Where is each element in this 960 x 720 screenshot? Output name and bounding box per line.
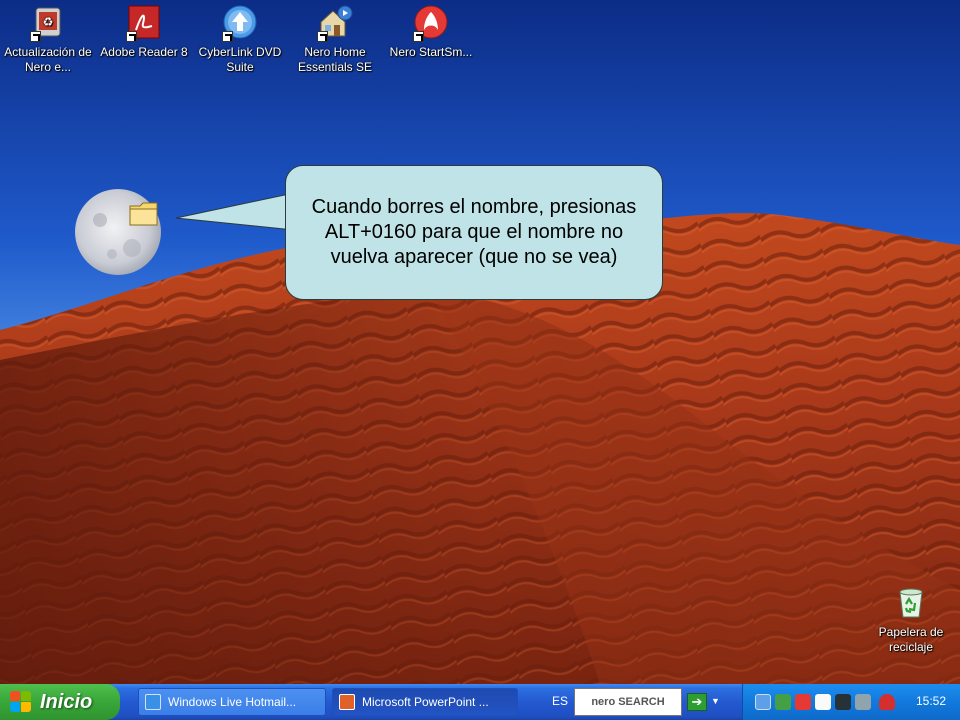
start-button[interactable]: Inicio [0,684,120,720]
bubble-tail [175,192,295,231]
nero-update-icon: ♻ [30,4,66,42]
language-indicator[interactable]: ES [552,694,568,708]
nero-home-icon [317,4,353,42]
taskbar-item-hotmail[interactable]: Windows Live Hotmail... [138,688,326,716]
desert-wallpaper [0,0,960,684]
adobe-reader-icon [126,4,162,42]
start-label: Inicio [40,690,93,713]
desktop-icon-recycle-bin[interactable]: Papelera de reciclaje [863,584,959,655]
network-icon[interactable] [755,694,771,710]
task-label: Windows Live Hotmail... [168,695,297,709]
taskbar: Inicio Windows Live Hotmail... Microsoft… [0,684,960,720]
xgl-3d-icon[interactable] [835,694,851,710]
desktop-icon-nero-update[interactable]: ♻ Actualización de Nero e... [0,4,96,75]
volume-icon[interactable] [855,694,871,710]
task-label: Microsoft PowerPoint ... [362,695,489,709]
speech-bubble: Cuando borres el nombre, presionas ALT+0… [285,165,663,300]
desktop-icon-cyberlink-dvd[interactable]: CyberLink DVD Suite [192,4,288,75]
taskbar-item-powerpoint[interactable]: Microsoft PowerPoint ... [332,688,518,716]
chevron-down-icon[interactable]: ▼ [711,696,720,706]
nero-search-label: nero SEARCH [591,696,665,708]
desktop-icon-nero-home[interactable]: Nero Home Essentials SE [287,4,383,75]
bubble-text: Cuando borres el nombre, presionas ALT+0… [311,196,637,268]
cyberlink-dvd-icon [222,4,258,42]
desktop-icon-adobe-reader[interactable]: Adobe Reader 8 [96,4,192,60]
folder-icon [128,200,160,228]
search-go-button[interactable]: ➔ [687,693,707,711]
desktop-icon-label: Nero StartSm... [389,45,473,59]
desktop-icon-label: Adobe Reader 8 [100,45,188,59]
nero-search-box[interactable]: nero SEARCH [574,688,682,716]
desktop-icon-label: Actualización de Nero e... [4,45,92,74]
windows-logo-icon [10,691,32,713]
powerpoint-icon [339,694,355,710]
desktop: ♻ Actualización de Nero e... Adobe Reade… [0,0,960,684]
security-shield-icon[interactable] [879,694,895,710]
messenger-icon[interactable] [775,694,791,710]
svg-text:♻: ♻ [43,15,54,29]
panda-icon[interactable] [815,694,831,710]
desktop-icon-label: Nero Home Essentials SE [297,45,373,74]
system-tray: 15:52 [742,684,960,720]
nero-startsmart-icon [413,4,449,42]
taskbar-clock[interactable]: 15:52 [916,694,946,708]
ie-icon [145,694,161,710]
desktop-icon-label: CyberLink DVD Suite [198,45,282,74]
desktop-icon-label: Papelera de reciclaje [878,625,944,654]
desktop-icon-nero-startsmart[interactable]: Nero StartSm... [383,4,479,60]
recycle-bin-icon [893,584,929,620]
antivirus-icon[interactable] [795,694,811,710]
